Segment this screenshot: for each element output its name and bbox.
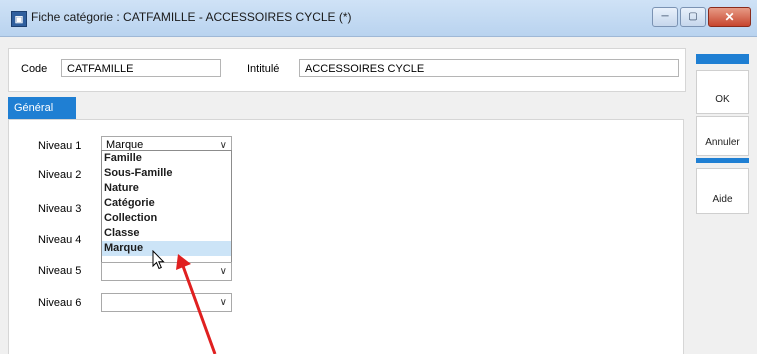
level-3-label: Niveau 3 [38,203,82,215]
dropdown-option[interactable]: Catégorie [102,196,231,211]
chevron-down-icon: ∨ [219,297,227,308]
ok-button[interactable]: OK [696,70,749,114]
level-1-label: Niveau 1 [38,140,82,152]
annotation-arrow-icon [176,254,217,354]
sidebar-accent-bar [696,54,749,64]
level-2-label: Niveau 2 [38,169,82,181]
level-6-label: Niveau 6 [38,297,82,309]
help-button[interactable]: Aide [696,168,749,214]
mouse-cursor-icon [152,250,165,270]
tab-general[interactable]: Général [8,97,76,119]
dropdown-option[interactable]: Famille [102,151,231,166]
app-icon: ▣ [11,11,27,27]
level-5-label: Niveau 5 [38,265,82,277]
intitule-label: Intitulé [247,63,280,75]
intitule-field[interactable]: ACCESSOIRES CYCLE [299,59,679,77]
cancel-button[interactable]: Annuler [696,116,749,156]
close-button[interactable]: ✕ [708,7,751,27]
category-window: ▣ Fiche catégorie : CATFAMILLE - ACCESSO… [0,0,757,354]
code-label: Code [21,63,48,75]
dropdown-option[interactable]: Sous-Famille [102,166,231,181]
level-1-dropdown-list: Famille Sous-Famille Nature Catégorie Co… [101,150,232,265]
title-bar: ▣ Fiche catégorie : CATFAMILLE - ACCESSO… [0,0,757,37]
sidebar-accent-bar [696,158,749,163]
minimize-button[interactable]: ─ [652,7,678,27]
chevron-down-icon: ∨ [219,266,227,277]
level-4-label: Niveau 4 [38,234,82,246]
window-title: Fiche catégorie : CATFAMILLE - ACCESSOIR… [31,10,352,24]
code-field[interactable]: CATFAMILLE [61,59,221,77]
dropdown-option[interactable]: Classe [102,226,231,241]
dropdown-option[interactable]: Collection [102,211,231,226]
dropdown-option[interactable]: Nature [102,181,231,196]
header-panel: Code CATFAMILLE Intitulé ACCESSOIRES CYC… [8,48,686,92]
maximize-button[interactable]: ▢ [680,7,706,27]
